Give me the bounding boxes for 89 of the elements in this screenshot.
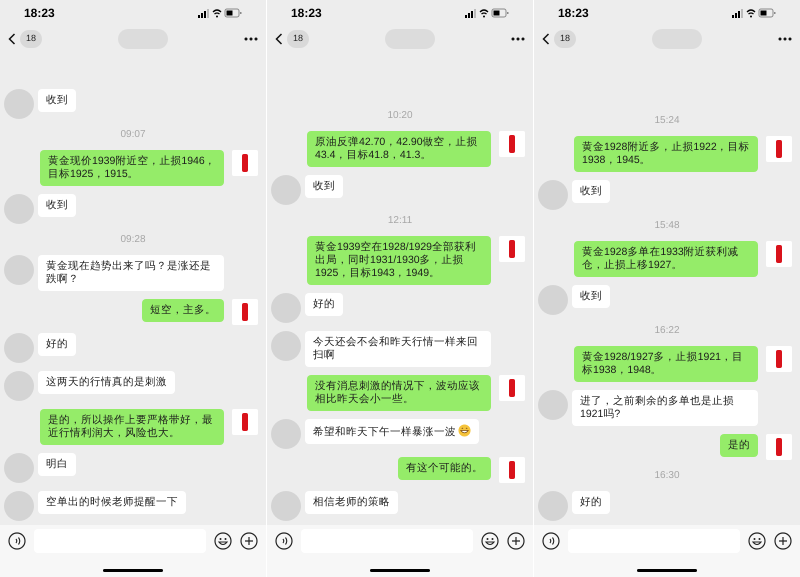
avatar (4, 371, 34, 401)
stamp-avatar-icon (766, 241, 792, 267)
stamp-avatar-icon (232, 409, 258, 435)
avatar (271, 293, 301, 323)
avatar (271, 331, 301, 361)
stamp-avatar-icon (232, 150, 258, 176)
message-bubble: 黄金1939空在1928/1929全部获利出局，同时1931/1930多，止损1925，目标1943，1949。 (307, 236, 491, 285)
message-bubble: 收到 (38, 89, 76, 112)
avatar (4, 89, 34, 119)
message-bubble: 有这个可能的。 (398, 457, 491, 480)
unread-count-badge: 18 (20, 30, 42, 48)
back-icon[interactable] (275, 33, 283, 45)
message-bubble: 收到 (305, 175, 343, 198)
timestamp: 16:30 (654, 469, 680, 483)
home-indicator (370, 569, 430, 572)
emoji-icon[interactable] (481, 532, 499, 550)
avatar (271, 491, 301, 521)
plus-icon[interactable] (507, 532, 525, 550)
more-icon[interactable] (244, 37, 258, 41)
message-bubble: 黄金现价1939附近空，止损1946，目标1925，1915。 (40, 150, 224, 186)
avatar (538, 180, 568, 210)
message-bubble: 空单出的时候老师提醒一下 (38, 491, 186, 514)
home-indicator (637, 569, 697, 572)
timestamp: 12:11 (388, 214, 412, 228)
stamp-avatar-icon (499, 131, 525, 157)
message-bubble: 黄金1928/1927多，止损1921，目标1938，1948。 (574, 346, 758, 382)
message-bubble: 黄金现在趋势出来了吗？是涨还是跌啊？ (38, 255, 224, 291)
stamp-avatar-icon (499, 375, 525, 401)
emoji-icon[interactable] (214, 532, 232, 550)
timestamp: 16:22 (654, 324, 680, 338)
message-bubble: 收到 (572, 285, 610, 308)
message-bubble: 好的 (38, 333, 76, 356)
message-bubble: 收到 (572, 180, 610, 203)
stamp-avatar-icon (499, 236, 525, 262)
back-icon[interactable] (8, 33, 16, 45)
message-bubble: 短空，主多。 (142, 299, 224, 322)
status-icons-drawing (465, 8, 509, 18)
avatar (4, 453, 34, 483)
message-bubble: 明白 (38, 453, 76, 476)
message-bubble: 好的 (305, 293, 343, 316)
stamp-avatar-icon (766, 434, 792, 460)
timestamp: 10:20 (387, 109, 413, 123)
avatar (4, 491, 34, 521)
timestamp: 09:28 (120, 233, 146, 247)
unread-count-badge: 18 (554, 30, 576, 48)
avatar (4, 255, 34, 285)
back-icon[interactable] (542, 33, 550, 45)
plus-icon[interactable] (774, 532, 792, 550)
unread-count-badge: 18 (287, 30, 310, 48)
stamp-avatar-icon (766, 136, 792, 162)
message-bubble: 是的 (720, 434, 758, 457)
timestamp: 15:24 (654, 114, 680, 128)
more-icon[interactable] (510, 37, 525, 41)
message-bubble: 是的，所以操作上要严格带好，最近行情利润大，风险也大。 (40, 409, 224, 445)
message-bubble: 今天还会不会和昨天行情一样来回扫啊 (305, 331, 491, 367)
status-icons-drawing (198, 8, 242, 18)
avatar (538, 491, 568, 521)
voice-icon[interactable] (8, 532, 26, 550)
status-icons-drawing (732, 8, 776, 18)
message-bubble: 这两天的行情真的是刺激 (38, 371, 175, 394)
stamp-avatar-icon (499, 457, 525, 483)
message-bubble: 没有消息刺激的情况下，波动应该相比昨天会小一些。 (307, 375, 491, 411)
voice-icon[interactable] (542, 532, 560, 550)
avatar (271, 419, 301, 449)
message-bubble: 黄金1928多单在1933附近获利减仓，止损上移1927。 (574, 241, 758, 277)
message-bubble: 相信老师的策略 (305, 491, 398, 514)
avatar (4, 333, 34, 363)
timestamp: 15:48 (654, 219, 680, 233)
avatar (4, 194, 34, 224)
plus-icon[interactable] (240, 532, 258, 550)
message-bubble: 好的 (572, 491, 610, 514)
voice-icon[interactable] (275, 532, 293, 550)
home-indicator (103, 569, 163, 572)
message-bubble: 希望和昨天下午一样暴涨一波 (305, 419, 479, 444)
avatar (538, 285, 568, 315)
stamp-avatar-icon (766, 346, 792, 372)
status-time: 18:23 (558, 5, 589, 22)
status-time: 18:23 (24, 5, 55, 22)
message-bubble: 黄金1928附近多，止损1922，目标1938，1945。 (574, 136, 758, 172)
emoji-icon[interactable] (748, 532, 766, 550)
stamp-avatar-icon (232, 299, 258, 325)
timestamp: 09:07 (120, 128, 146, 142)
more-icon[interactable] (778, 37, 792, 41)
status-time: 18:23 (291, 5, 322, 22)
message-bubble: 原油反弹42.70，42.90做空，止损43.4，目标41.8，41.3。 (307, 131, 491, 167)
avatar (271, 175, 301, 205)
avatar (538, 390, 568, 420)
message-bubble: 收到 (38, 194, 76, 217)
message-bubble: 进了，之前剩余的多单也是止损1921吗? (572, 390, 758, 426)
